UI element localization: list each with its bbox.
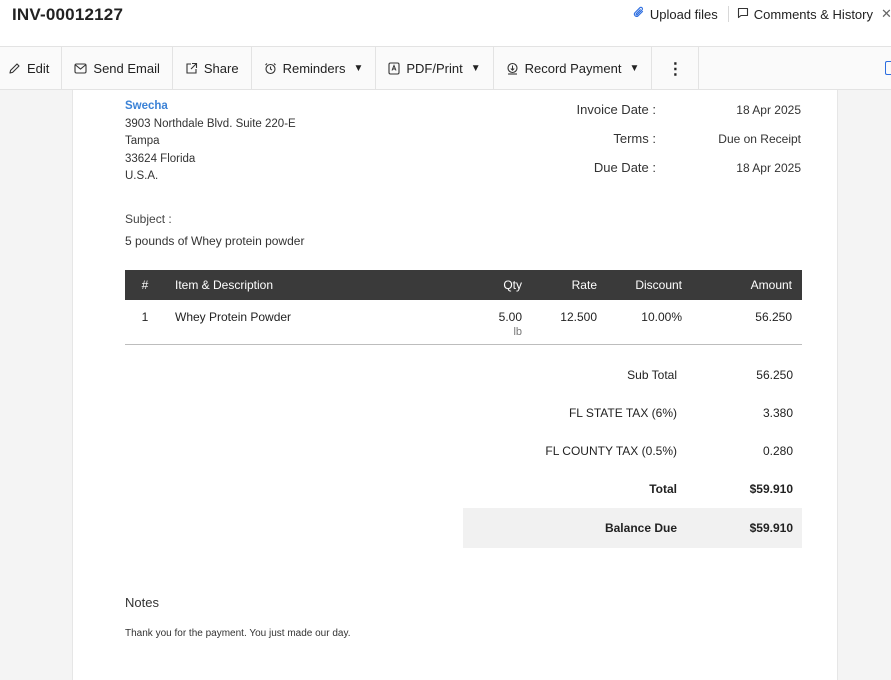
total-value: $59.910 — [749, 482, 793, 496]
item-unit: lb — [513, 326, 522, 338]
notes-text: Thank you for the payment. You just made… — [125, 628, 351, 639]
invoice-date-label: Invoice Date : — [576, 102, 657, 117]
upload-files-label: Upload files — [649, 6, 718, 22]
column-header: Item & Description — [175, 278, 274, 292]
due-date-label: Due Date : — [593, 160, 656, 175]
total-row: Total $59.910 — [463, 470, 802, 508]
table-row: 1 Whey Protein Powder 5.00 lb 12.500 10.… — [125, 300, 802, 345]
close-icon[interactable]: ✕ — [881, 6, 891, 22]
table-header-row: # Item & Description Qty Rate Discount A… — [125, 270, 802, 300]
sub-total-row: Sub Total 56.250 — [463, 356, 802, 394]
due-date-value: 18 Apr 2025 — [736, 161, 801, 175]
sub-total-label: Sub Total — [627, 368, 677, 382]
column-header: # — [141, 278, 149, 292]
balance-due-row: Balance Due $59.910 — [463, 508, 802, 548]
item-number: 1 — [141, 310, 149, 324]
terms-row: Terms : Due on Receipt — [503, 131, 803, 160]
reminders-dropdown[interactable]: Reminders ▼ — [252, 47, 377, 90]
balance-due-value: $59.910 — [749, 521, 793, 535]
alarm-clock-icon — [264, 62, 277, 75]
balance-due-label: Balance Due — [604, 521, 677, 535]
subject-text: 5 pounds of Whey protein powder — [125, 234, 305, 248]
invoice-document: Swecha 3903 Northdale Blvd. Suite 220-E … — [72, 90, 838, 680]
column-header: Amount — [750, 278, 792, 292]
sub-total-value: 56.250 — [756, 368, 793, 382]
comments-history-label: Comments & History — [753, 6, 873, 22]
item-name: Whey Protein Powder — [175, 310, 292, 324]
due-date-row: Due Date : 18 Apr 2025 — [503, 160, 803, 189]
county-tax-row: FL COUNTY TAX (0.5%) 0.280 — [463, 432, 802, 470]
invoice-date-value: 18 Apr 2025 — [736, 103, 801, 117]
item-qty: 5.00 — [498, 310, 522, 324]
email-icon — [74, 63, 87, 74]
chevron-down-icon: ▼ — [470, 63, 481, 74]
payment-icon — [506, 62, 519, 75]
pdf-print-label: PDF/Print — [406, 61, 463, 76]
totals-section: Sub Total 56.250 FL STATE TAX (6%) 3.380… — [463, 356, 802, 548]
send-email-label: Send Email — [93, 61, 160, 76]
record-payment-dropdown[interactable]: Record Payment ▼ — [494, 47, 653, 90]
pdf-icon — [388, 62, 400, 75]
record-payment-label: Record Payment — [524, 61, 622, 76]
chevron-down-icon: ▼ — [353, 63, 364, 74]
header-actions: Upload files Comments & History ✕ — [633, 6, 891, 22]
invoice-preview-area: Swecha 3903 Northdale Blvd. Suite 220-E … — [0, 90, 891, 680]
panel-toggle-icon[interactable] — [885, 61, 891, 75]
invoice-date-row: Invoice Date : 18 Apr 2025 — [503, 102, 803, 131]
edit-button[interactable]: Edit — [0, 47, 63, 90]
pencil-icon — [8, 62, 21, 75]
column-header: Discount — [635, 278, 682, 292]
item-amount: 56.250 — [755, 310, 792, 324]
terms-label: Terms : — [613, 131, 656, 146]
share-label: Share — [203, 61, 239, 76]
column-header: Rate — [571, 278, 597, 292]
invoice-meta: Invoice Date : 18 Apr 2025 Terms : Due o… — [503, 102, 803, 189]
chevron-down-icon: ▼ — [629, 63, 640, 74]
line-items-table: # Item & Description Qty Rate Discount A… — [125, 270, 802, 345]
pdf-print-dropdown[interactable]: PDF/Print ▼ — [376, 47, 494, 90]
share-button[interactable]: Share — [173, 47, 252, 90]
bill-to-address: Swecha 3903 Northdale Blvd. Suite 220-E … — [125, 98, 296, 186]
send-email-button[interactable]: Send Email — [62, 47, 173, 90]
address-country: U.S.A. — [125, 170, 159, 182]
paperclip-icon — [633, 6, 645, 22]
county-tax-label: FL COUNTY TAX (0.5%) — [545, 444, 677, 458]
column-header: Qty — [503, 278, 522, 292]
kebab-menu-icon[interactable]: ⋮ — [652, 47, 700, 90]
action-toolbar: Edit Send Email Share Reminders ▼ PDF/Pr… — [0, 46, 891, 90]
item-rate: 12.500 — [560, 310, 597, 324]
address-line: 3903 Northdale Blvd. Suite 220-E — [125, 117, 296, 130]
comments-history-link[interactable]: Comments & History — [729, 7, 873, 22]
share-icon — [185, 62, 198, 75]
comment-icon — [737, 7, 749, 22]
notes-heading: Notes — [125, 595, 159, 610]
total-label: Total — [649, 482, 677, 496]
subject-label: Subject : — [125, 212, 172, 226]
page-header: INV-00012127 Upload files Comments & His… — [0, 0, 891, 32]
edit-label: Edit — [27, 61, 50, 76]
terms-value: Due on Receipt — [718, 132, 801, 146]
customer-name-link[interactable]: Swecha — [125, 98, 296, 116]
item-qty-cell: 5.00 lb — [468, 300, 532, 345]
invoice-number-title: INV-00012127 — [12, 5, 124, 24]
state-tax-value: 3.380 — [762, 406, 793, 420]
upload-files-link[interactable]: Upload files — [633, 6, 729, 22]
reminders-label: Reminders — [282, 61, 346, 76]
address-city: Tampa — [125, 135, 160, 147]
state-tax-label: FL STATE TAX (6%) — [568, 406, 677, 420]
address-zip-state: 33624 Florida — [125, 152, 196, 165]
item-discount: 10.00% — [641, 310, 682, 324]
county-tax-value: 0.280 — [762, 444, 793, 458]
state-tax-row: FL STATE TAX (6%) 3.380 — [463, 394, 802, 432]
